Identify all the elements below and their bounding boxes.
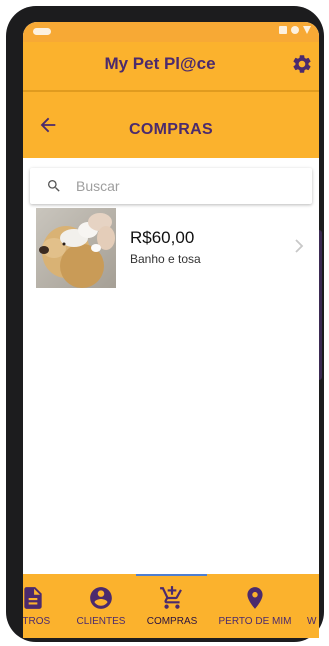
nav-label-clientes: CLIENTES [76,616,126,627]
nav-label-partial: W [307,616,317,627]
nav-item-perto-de-mim[interactable]: PERTO DE MIM [211,574,299,638]
search-input[interactable] [76,174,302,198]
status-icons [279,26,311,34]
nav-label-perto-de-mim: PERTO DE MIM [218,616,292,627]
dog-bath-photo [36,208,116,288]
cart-icon [160,586,182,609]
status-bar [23,22,319,42]
account-circle-icon [90,587,112,609]
page-title: COMPRAS [129,121,213,138]
search-icon [48,180,60,192]
status-pill-icon [33,28,51,35]
nav-label-cadastros: STROS [23,616,51,627]
settings-button[interactable] [291,53,313,75]
nav-item-partial[interactable]: W [307,574,319,638]
triangle-status-icon [303,26,311,34]
nav-item-cadastros[interactable]: STROS [23,574,57,638]
chevron-right-icon [295,239,304,253]
nav-label-compras: COMPRAS [146,616,198,627]
location-pin-icon [247,587,263,609]
gear-icon [293,55,311,73]
purchase-list-item[interactable]: R$60,00 Banho e tosa [23,204,319,292]
circle-status-icon [291,26,299,34]
app-header: My Pet Pl@ce [23,42,319,90]
nav-item-clientes[interactable]: CLIENTES [71,574,131,638]
back-button[interactable] [37,114,59,136]
page-toolbar: COMPRAS [23,92,319,158]
bottom-navigation: STROS CLIENTES COMPRAS PERTO DE MIM W [23,574,319,638]
document-icon [24,587,42,609]
search-bar [30,168,312,204]
app-screen: My Pet Pl@ce COMPRAS Buscar R$60,00 Banh… [23,22,319,638]
nav-item-compras[interactable]: COMPRAS [141,574,203,638]
item-price: R$60,00 [130,228,195,247]
square-status-icon [279,26,287,34]
app-title: My Pet Pl@ce [104,54,216,73]
item-description: Banho e tosa [130,252,201,266]
arrow-back-icon [40,117,56,133]
